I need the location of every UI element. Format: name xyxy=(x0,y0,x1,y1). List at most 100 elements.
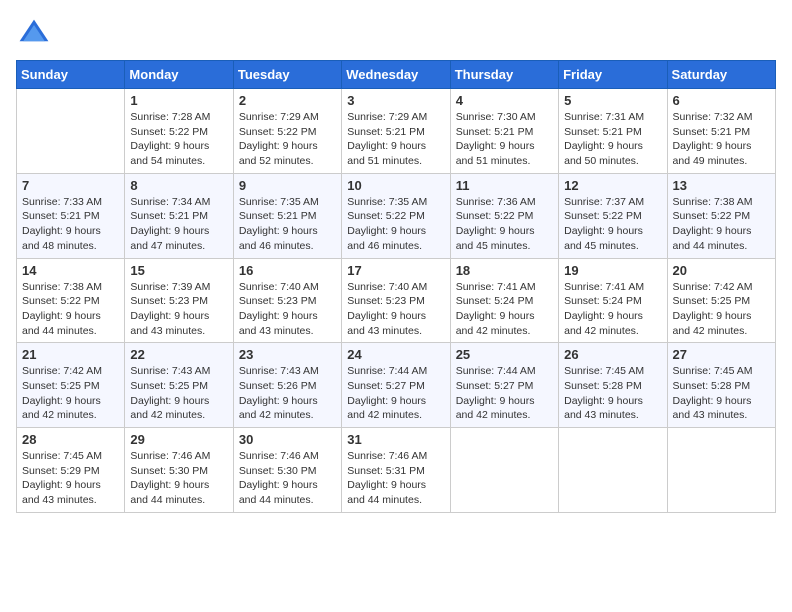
day-number: 10 xyxy=(347,178,444,193)
calendar-cell: 31Sunrise: 7:46 AMSunset: 5:31 PMDayligh… xyxy=(342,428,450,513)
day-number: 16 xyxy=(239,263,336,278)
calendar-cell: 19Sunrise: 7:41 AMSunset: 5:24 PMDayligh… xyxy=(559,258,667,343)
calendar-week-row: 21 Sunrise: 7:42 AMSunset: 5:25 PMDayligh… xyxy=(17,343,776,428)
calendar-cell: 15Sunrise: 7:39 AMSunset: 5:23 PMDayligh… xyxy=(125,258,233,343)
calendar-cell: 10 Sunrise: 7:35 AMSunset: 5:22 PMDayligh… xyxy=(342,173,450,258)
day-info: Sunrise: 7:38 AMSunset: 5:22 PMDaylight:… xyxy=(22,280,119,339)
day-header: Tuesday xyxy=(233,61,341,89)
day-info: Sunrise: 7:43 AMSunset: 5:25 PMDaylight:… xyxy=(130,364,227,423)
calendar-week-row: 28Sunrise: 7:45 AMSunset: 5:29 PMDayligh… xyxy=(17,428,776,513)
day-info: Sunrise: 7:37 AMSunset: 5:22 PMDaylight:… xyxy=(564,195,661,254)
day-info: Sunrise: 7:31 AMSunset: 5:21 PMDaylight:… xyxy=(564,110,661,169)
day-number: 2 xyxy=(239,93,336,108)
day-info: Sunrise: 7:30 AMSunset: 5:21 PMDaylight:… xyxy=(456,110,553,169)
day-info: Sunrise: 7:46 AMSunset: 5:30 PMDaylight:… xyxy=(130,449,227,508)
calendar-cell: 3Sunrise: 7:29 AMSunset: 5:21 PMDaylight… xyxy=(342,89,450,174)
day-number: 30 xyxy=(239,432,336,447)
day-info: Sunrise: 7:39 AMSunset: 5:23 PMDaylight:… xyxy=(130,280,227,339)
day-number: 23 xyxy=(239,347,336,362)
day-info: Sunrise: 7:38 AMSunset: 5:22 PMDaylight:… xyxy=(673,195,770,254)
day-info: Sunrise: 7:29 AMSunset: 5:21 PMDaylight:… xyxy=(347,110,444,169)
day-info: Sunrise: 7:35 AMSunset: 5:22 PMDaylight:… xyxy=(347,195,444,254)
day-info: Sunrise: 7:45 AMSunset: 5:28 PMDaylight:… xyxy=(564,364,661,423)
calendar-cell: 17 Sunrise: 7:40 AMSunset: 5:23 PMDayligh… xyxy=(342,258,450,343)
calendar-cell: 14 Sunrise: 7:38 AMSunset: 5:22 PMDayligh… xyxy=(17,258,125,343)
calendar-cell: 24 Sunrise: 7:44 AMSunset: 5:27 PMDayligh… xyxy=(342,343,450,428)
calendar-cell: 30 Sunrise: 7:46 AMSunset: 5:30 PMDayligh… xyxy=(233,428,341,513)
calendar-cell: 20 Sunrise: 7:42 AMSunset: 5:25 PMDayligh… xyxy=(667,258,775,343)
day-header: Monday xyxy=(125,61,233,89)
calendar-cell: 5 Sunrise: 7:31 AMSunset: 5:21 PMDaylight… xyxy=(559,89,667,174)
day-info: Sunrise: 7:32 AMSunset: 5:21 PMDaylight:… xyxy=(673,110,770,169)
calendar-cell: 26 Sunrise: 7:45 AMSunset: 5:28 PMDayligh… xyxy=(559,343,667,428)
calendar-cell: 18 Sunrise: 7:41 AMSunset: 5:24 PMDayligh… xyxy=(450,258,558,343)
calendar-cell: 12 Sunrise: 7:37 AMSunset: 5:22 PMDayligh… xyxy=(559,173,667,258)
day-number: 12 xyxy=(564,178,661,193)
day-info: Sunrise: 7:36 AMSunset: 5:22 PMDaylight:… xyxy=(456,195,553,254)
calendar-cell: 6 Sunrise: 7:32 AMSunset: 5:21 PMDaylight… xyxy=(667,89,775,174)
day-number: 6 xyxy=(673,93,770,108)
day-info: Sunrise: 7:29 AMSunset: 5:22 PMDaylight:… xyxy=(239,110,336,169)
logo-icon xyxy=(16,16,52,52)
calendar-cell: 25 Sunrise: 7:44 AMSunset: 5:27 PMDayligh… xyxy=(450,343,558,428)
day-info: Sunrise: 7:41 AMSunset: 5:24 PMDaylight:… xyxy=(456,280,553,339)
day-number: 20 xyxy=(673,263,770,278)
calendar-week-row: 7 Sunrise: 7:33 AMSunset: 5:21 PMDaylight… xyxy=(17,173,776,258)
day-number: 1 xyxy=(130,93,227,108)
calendar-cell: 1 Sunrise: 7:28 AMSunset: 5:22 PMDaylight… xyxy=(125,89,233,174)
calendar-cell xyxy=(559,428,667,513)
day-number: 17 xyxy=(347,263,444,278)
day-number: 27 xyxy=(673,347,770,362)
day-info: Sunrise: 7:40 AMSunset: 5:23 PMDaylight:… xyxy=(239,280,336,339)
day-number: 21 xyxy=(22,347,119,362)
calendar-cell: 27 Sunrise: 7:45 AMSunset: 5:28 PMDayligh… xyxy=(667,343,775,428)
logo xyxy=(16,16,58,52)
day-number: 26 xyxy=(564,347,661,362)
day-header: Saturday xyxy=(667,61,775,89)
day-info: Sunrise: 7:46 AMSunset: 5:30 PMDaylight:… xyxy=(239,449,336,508)
day-number: 24 xyxy=(347,347,444,362)
calendar-cell: 23 Sunrise: 7:43 AMSunset: 5:26 PMDayligh… xyxy=(233,343,341,428)
day-number: 11 xyxy=(456,178,553,193)
calendar-cell: 7 Sunrise: 7:33 AMSunset: 5:21 PMDaylight… xyxy=(17,173,125,258)
day-info: Sunrise: 7:35 AMSunset: 5:21 PMDaylight:… xyxy=(239,195,336,254)
day-info: Sunrise: 7:40 AMSunset: 5:23 PMDaylight:… xyxy=(347,280,444,339)
calendar-header-row: SundayMondayTuesdayWednesdayThursdayFrid… xyxy=(17,61,776,89)
day-number: 4 xyxy=(456,93,553,108)
day-number: 5 xyxy=(564,93,661,108)
calendar-cell: 2 Sunrise: 7:29 AMSunset: 5:22 PMDaylight… xyxy=(233,89,341,174)
day-info: Sunrise: 7:34 AMSunset: 5:21 PMDaylight:… xyxy=(130,195,227,254)
day-number: 9 xyxy=(239,178,336,193)
calendar-cell xyxy=(17,89,125,174)
calendar-cell: 21 Sunrise: 7:42 AMSunset: 5:25 PMDayligh… xyxy=(17,343,125,428)
calendar-cell: 22Sunrise: 7:43 AMSunset: 5:25 PMDayligh… xyxy=(125,343,233,428)
calendar-cell: 16 Sunrise: 7:40 AMSunset: 5:23 PMDayligh… xyxy=(233,258,341,343)
day-number: 31 xyxy=(347,432,444,447)
day-info: Sunrise: 7:44 AMSunset: 5:27 PMDaylight:… xyxy=(456,364,553,423)
day-info: Sunrise: 7:42 AMSunset: 5:25 PMDaylight:… xyxy=(673,280,770,339)
day-info: Sunrise: 7:45 AMSunset: 5:28 PMDaylight:… xyxy=(673,364,770,423)
day-info: Sunrise: 7:41 AMSunset: 5:24 PMDaylight:… xyxy=(564,280,661,339)
day-number: 13 xyxy=(673,178,770,193)
day-number: 18 xyxy=(456,263,553,278)
day-info: Sunrise: 7:42 AMSunset: 5:25 PMDaylight:… xyxy=(22,364,119,423)
calendar-cell: 13 Sunrise: 7:38 AMSunset: 5:22 PMDayligh… xyxy=(667,173,775,258)
calendar-cell: 9 Sunrise: 7:35 AMSunset: 5:21 PMDaylight… xyxy=(233,173,341,258)
day-info: Sunrise: 7:43 AMSunset: 5:26 PMDaylight:… xyxy=(239,364,336,423)
calendar-cell: 28Sunrise: 7:45 AMSunset: 5:29 PMDayligh… xyxy=(17,428,125,513)
calendar-cell xyxy=(450,428,558,513)
day-info: Sunrise: 7:28 AMSunset: 5:22 PMDaylight:… xyxy=(130,110,227,169)
day-number: 7 xyxy=(22,178,119,193)
calendar-cell: 29 Sunrise: 7:46 AMSunset: 5:30 PMDayligh… xyxy=(125,428,233,513)
day-header: Wednesday xyxy=(342,61,450,89)
calendar-cell: 4 Sunrise: 7:30 AMSunset: 5:21 PMDaylight… xyxy=(450,89,558,174)
day-header: Sunday xyxy=(17,61,125,89)
day-info: Sunrise: 7:44 AMSunset: 5:27 PMDaylight:… xyxy=(347,364,444,423)
calendar-cell: 11 Sunrise: 7:36 AMSunset: 5:22 PMDayligh… xyxy=(450,173,558,258)
calendar-cell: 8Sunrise: 7:34 AMSunset: 5:21 PMDaylight… xyxy=(125,173,233,258)
day-number: 25 xyxy=(456,347,553,362)
day-number: 29 xyxy=(130,432,227,447)
day-info: Sunrise: 7:33 AMSunset: 5:21 PMDaylight:… xyxy=(22,195,119,254)
day-number: 14 xyxy=(22,263,119,278)
day-header: Friday xyxy=(559,61,667,89)
